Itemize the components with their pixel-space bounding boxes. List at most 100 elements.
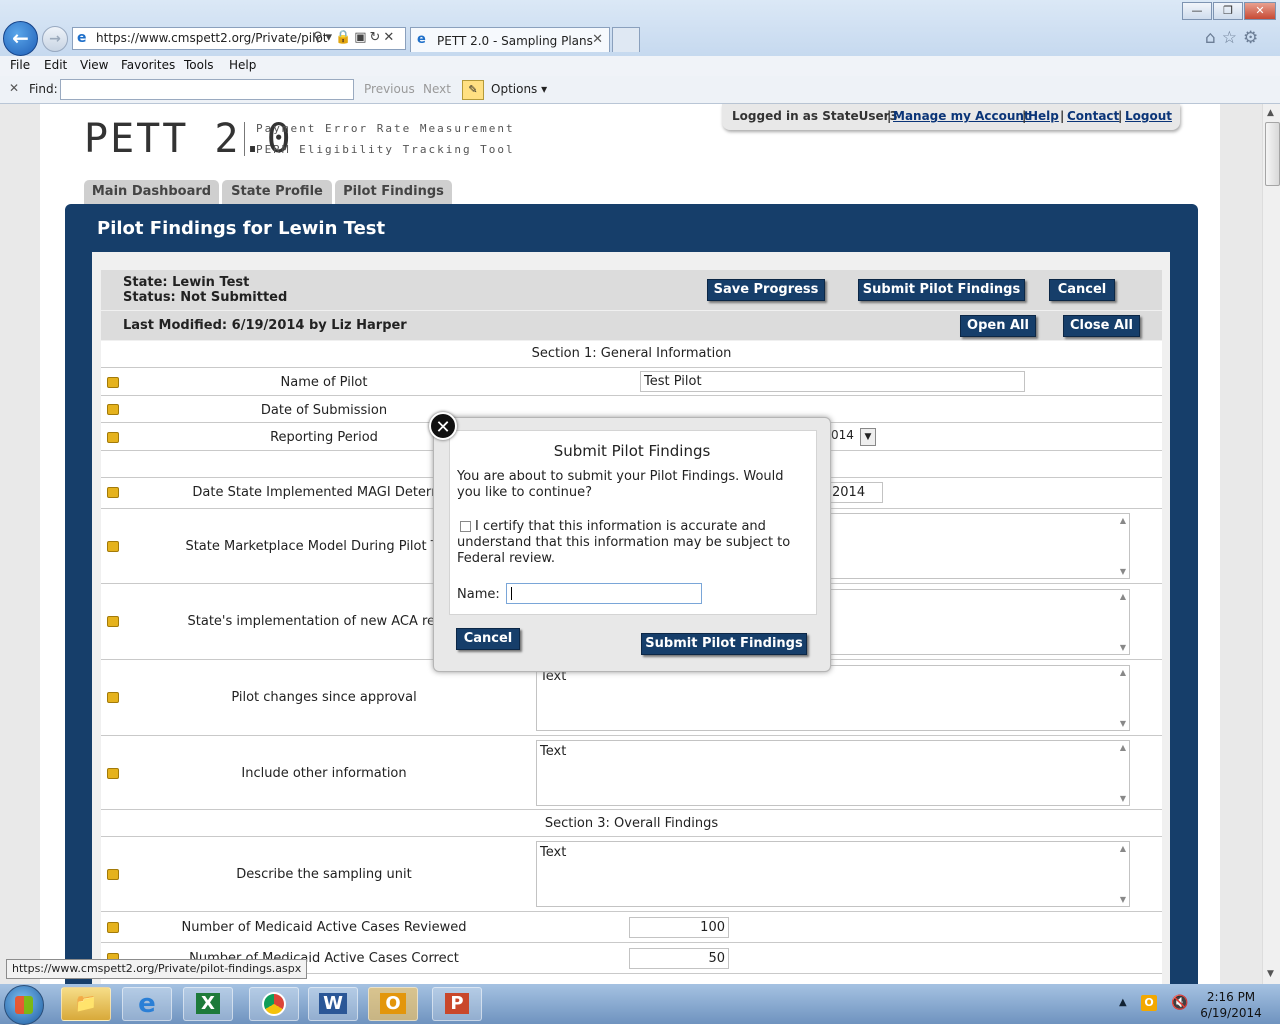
cases-correct-input[interactable]: 50 [629,948,729,969]
other-info-textarea[interactable]: Text ▲ ▼ [536,740,1130,806]
forward-button[interactable]: → [42,26,68,52]
scroll-up-icon[interactable]: ▲ [1267,108,1274,118]
pilot-changes-textarea[interactable]: Text ▲ ▼ [536,665,1130,731]
close-all-button[interactable]: Close All [1063,315,1140,337]
scroll-up-icon[interactable]: ▲ [1120,516,1126,525]
tab-main-dashboard[interactable]: Main Dashboard [84,180,219,204]
close-dialog-icon[interactable]: ✕ [429,412,457,440]
tab-state-profile[interactable]: State Profile [222,180,332,204]
separator: | [1060,109,1065,123]
find-input[interactable] [60,79,354,100]
window-close-button[interactable]: ✕ [1244,2,1276,20]
row-label: Include other information [241,766,407,781]
dialog-title: Submit Pilot Findings [553,442,711,460]
cancel-button[interactable]: Cancel [1049,279,1115,301]
find-close-icon[interactable]: ✕ [9,81,19,95]
status-label: Status: Not Submitted [123,290,288,305]
address-bar-icons[interactable]: ⚲▾🔒▣↻✕ [313,30,397,45]
contact-link[interactable]: Contact [1067,109,1119,123]
scroll-down-icon[interactable]: ▼ [1120,643,1126,652]
row-label: Date of Submission [260,403,388,418]
dialog-message: You are about to submit your Pilot Findi… [457,469,784,500]
logo-divider [244,122,245,156]
scroll-down-icon[interactable]: ▼ [1120,895,1126,904]
row-label: Name of Pilot [280,375,368,390]
logout-link[interactable]: Logout [1125,109,1172,123]
reporting-period-select[interactable]: 014 ▼ [829,428,876,446]
menu-view[interactable]: View [80,58,108,72]
menu-file[interactable]: File [10,58,30,72]
menu-tools[interactable]: Tools [184,58,214,72]
dialog-cancel-button[interactable]: Cancel [456,628,520,650]
chrome-icon[interactable] [249,987,299,1021]
scroll-up-icon[interactable]: ▲ [1120,592,1126,601]
find-next-button[interactable]: Next [423,82,451,96]
ie-icon[interactable]: e [122,987,172,1021]
start-button[interactable] [4,985,44,1025]
explorer-icon[interactable]: 📁 [61,987,111,1021]
tray-outlook-icon[interactable]: O [1141,995,1157,1011]
section3-heading: Section 3: Overall Findings [544,816,719,831]
back-button[interactable]: ← [3,21,38,56]
scroll-down-icon[interactable]: ▼ [1120,794,1126,803]
scroll-up-icon[interactable]: ▲ [1120,844,1126,853]
last-modified-label: Last Modified: 6/19/2014 by Liz Harper [123,318,407,333]
manage-account-link[interactable]: Manage my Account [893,109,1030,123]
scroll-down-icon[interactable]: ▼ [1120,719,1126,728]
menu-favorites[interactable]: Favorites [121,58,175,72]
certify-label: I certify that this information is accur… [457,519,791,566]
find-bar: ✕ Find: Previous Next ✎ Options ▾ [0,76,1280,104]
powerpoint-icon[interactable]: P [432,987,482,1021]
certify-checkbox[interactable] [460,521,471,532]
find-previous-button[interactable]: Previous [364,82,415,96]
submit-pilot-findings-button[interactable]: Submit Pilot Findings [858,279,1025,301]
scroll-down-icon[interactable]: ▼ [1267,969,1274,979]
url-text: https://www.cmspett2.org/Private/pilot [96,31,328,45]
name-of-pilot-input[interactable]: Test Pilot [640,371,1025,392]
highlight-pencil-icon[interactable]: ✎ [462,80,484,100]
scroll-up-icon[interactable]: ▲ [1120,668,1126,677]
find-options-button[interactable]: Options ▾ [491,82,547,96]
new-tab-button[interactable] [612,27,640,52]
browser-tab-active[interactable]: e PETT 2.0 - Sampling Plans ✕ [410,27,610,52]
panel-title: Pilot Findings for Lewin Test [97,218,386,239]
date-magi-input[interactable]: 2014 [829,482,883,503]
dropdown-arrow-icon[interactable]: ▼ [860,428,876,446]
separator: | [1022,109,1027,123]
scroll-up-icon[interactable]: ▲ [1120,743,1126,752]
maximize-button[interactable]: ❐ [1213,2,1243,20]
tab-pilot-findings[interactable]: Pilot Findings [335,180,452,204]
page-scrollbar[interactable]: ▲ ▼ [1262,104,1280,984]
tray-sound-icon[interactable]: 🔇 [1171,995,1188,1011]
state-label: State: Lewin Test [123,275,250,290]
address-bar[interactable]: e https://www.cmspett2.org/Private/pilot… [72,27,406,50]
tray-expand-icon[interactable]: ▲ [1119,997,1127,1008]
text-caret [511,587,512,600]
outlook-icon[interactable]: O [368,987,418,1021]
clock-date[interactable]: 6/19/2014 [1195,1006,1267,1020]
menu-help[interactable]: Help [229,58,256,72]
separator: | [887,109,892,123]
minimize-button[interactable]: — [1182,2,1212,20]
row-label: Describe the sampling unit [236,867,412,882]
scroll-thumb[interactable] [1265,122,1280,186]
status-url-tooltip: https://www.cmspett2.org/Private/pilot-f… [6,959,308,979]
logo-tagline-1: Payment Error Rate Measurement [256,122,515,135]
scroll-down-icon[interactable]: ▼ [1120,567,1126,576]
menu-edit[interactable]: Edit [44,58,67,72]
tab-title: PETT 2.0 - Sampling Plans [437,34,593,48]
tab-close-icon[interactable]: ✕ [592,32,603,47]
home-favorites-settings-icons[interactable]: ⌂☆⚙ [1205,28,1264,48]
help-link[interactable]: Help [1028,109,1059,123]
dialog-submit-button[interactable]: Submit Pilot Findings [641,633,807,655]
name-input[interactable] [506,583,702,604]
sampling-unit-textarea[interactable]: Text ▲ ▼ [536,841,1130,907]
row-label: Number of Medicaid Active Cases Reviewed [181,920,467,935]
logo-tagline-2: PERM Eligibility Tracking Tool [256,143,515,156]
cases-reviewed-input[interactable]: 100 [629,917,729,938]
word-icon[interactable]: W [308,987,358,1021]
excel-icon[interactable]: X [183,987,233,1021]
open-all-button[interactable]: Open All [960,315,1036,337]
save-progress-button[interactable]: Save Progress [707,279,825,301]
clock-time[interactable]: 2:16 PM [1195,990,1267,1004]
